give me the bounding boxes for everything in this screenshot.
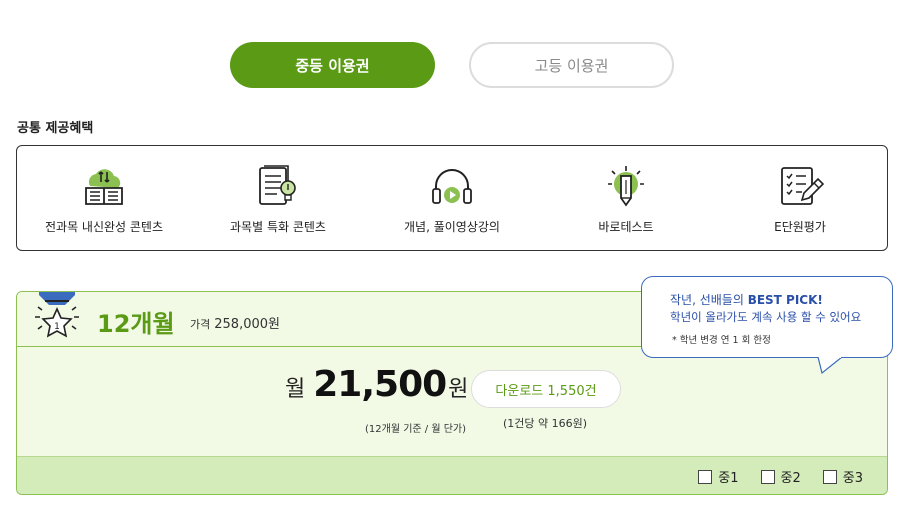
benefit-label: E단원평가 [774, 220, 826, 234]
bubble-title: 작년, 선배들의 BEST PICK! [670, 291, 823, 308]
headphones-play-icon [432, 169, 472, 204]
medal-icon: 1 [35, 292, 79, 338]
list-price-label: 가격 [190, 318, 211, 331]
grade-tabs: 중등 이용권 고등 이용권 [230, 42, 674, 88]
grade-label: 중3 [842, 471, 863, 486]
grade-selector: 중1 중2 중3 [17, 456, 887, 494]
price-note: (12개월 기준 / 월 단가) [365, 424, 467, 435]
bubble-subtitle: 학년이 올라가도 계속 사용 할 수 있어요 [670, 310, 862, 324]
benefit-item: 바로테스트 [539, 146, 713, 250]
grade-label: 중1 [718, 471, 739, 486]
benefits-box: 전과목 내신완성 콘텐츠 과목별 특화 콘텐츠 개념, 풀이영상강의 바로테스트… [16, 145, 888, 251]
medal-number: 1 [54, 322, 60, 332]
bubble-note: * 학년 변경 연 1 회 한정 [672, 335, 771, 346]
benefits-title: 공통 제공혜택 [17, 121, 94, 136]
benefit-label: 바로테스트 [598, 220, 654, 234]
price-suffix: 원 [448, 377, 469, 402]
book-bulb-icon [259, 165, 296, 205]
tab-high-school[interactable]: 고등 이용권 [469, 42, 674, 88]
price-value: 21,500 [313, 364, 447, 405]
benefit-item: 전과목 내신완성 콘텐츠 [17, 146, 191, 250]
bubble-title-highlight: BEST PICK! [747, 293, 823, 307]
best-pick-bubble: 작년, 선배들의 BEST PICK! 학년이 올라가도 계속 사용 할 수 있… [641, 276, 893, 358]
bubble-tail [817, 357, 843, 375]
checkbox-icon[interactable] [698, 469, 713, 484]
benefit-label: 개념, 풀이영상강의 [404, 220, 500, 234]
checklist-edit-icon [781, 167, 824, 205]
price-prefix: 월 [285, 377, 306, 402]
list-price-value: 258,000원 [214, 317, 280, 332]
grade-checkbox-2[interactable]: 중2 [760, 467, 801, 486]
grade-checkbox-3[interactable]: 중3 [822, 467, 863, 486]
benefit-item: 과목별 특화 콘텐츠 [191, 146, 365, 250]
download-count-button[interactable]: 다운로드 1,550건 [471, 370, 621, 408]
grade-label: 중2 [780, 471, 801, 486]
benefit-label: 과목별 특화 콘텐츠 [230, 220, 326, 234]
grade-checkbox-1[interactable]: 중1 [698, 467, 739, 486]
book-cloud-icon [85, 169, 123, 205]
benefit-label: 전과목 내신완성 콘텐츠 [44, 220, 164, 234]
monthly-price: 월 21,500 원 [285, 364, 468, 405]
checkbox-icon[interactable] [822, 469, 837, 484]
benefit-item: 개념, 풀이영상강의 [365, 146, 539, 250]
tab-middle-school[interactable]: 중등 이용권 [230, 42, 435, 88]
plan-period: 12개월 [97, 310, 175, 338]
pencil-test-icon [608, 166, 644, 207]
download-note: (1건당 약 166원) [503, 417, 588, 430]
benefit-item: E단원평가 [713, 146, 887, 250]
bubble-title-prefix: 작년, 선배들의 [670, 293, 748, 307]
checkbox-icon[interactable] [760, 469, 775, 484]
list-price: 가격 258,000원 [190, 313, 280, 332]
